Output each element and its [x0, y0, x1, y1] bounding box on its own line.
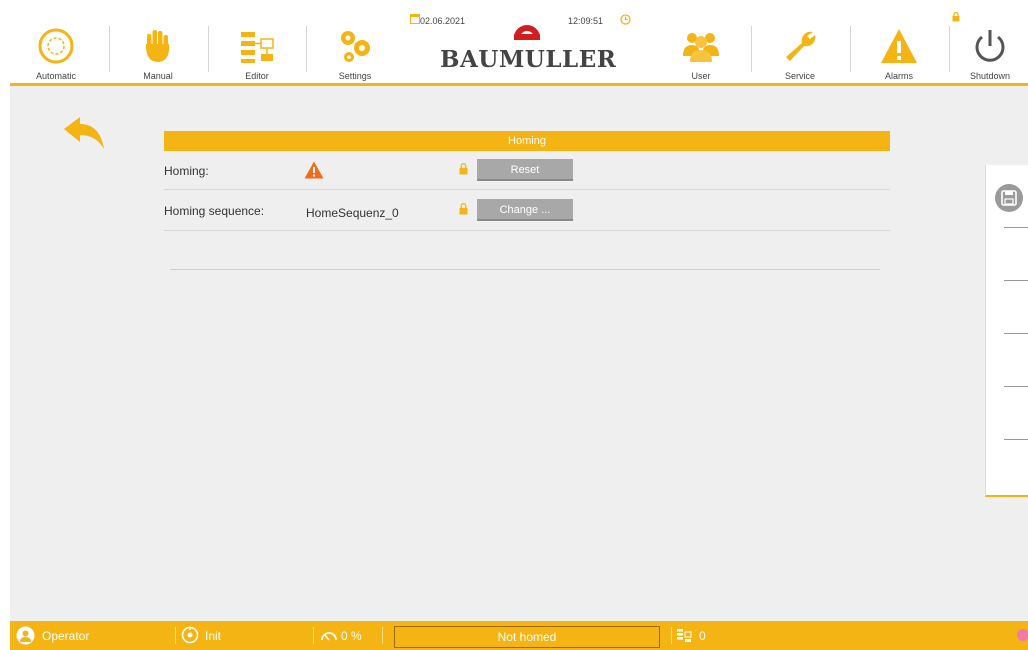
baumuller-logo-icon	[514, 25, 540, 40]
manual-button[interactable]: Manual	[112, 10, 204, 83]
back-arrow-icon[interactable]	[62, 115, 106, 151]
clock-icon	[620, 14, 631, 25]
toolbar-divider	[751, 26, 752, 72]
automatic-icon	[38, 28, 74, 64]
users-icon	[683, 33, 719, 62]
status-divider	[313, 627, 314, 644]
status-divider	[175, 627, 176, 644]
time-display: 12:09:51	[568, 16, 604, 26]
settings-label: Settings	[338, 71, 372, 81]
row-divider	[170, 269, 880, 270]
change-lock-icon	[459, 203, 468, 215]
service-button[interactable]: Service	[754, 10, 846, 83]
program-count: 0	[699, 629, 706, 643]
homing-warning-icon	[304, 161, 324, 179]
shutdown-button[interactable]: Shutdown	[952, 10, 1028, 83]
save-icon[interactable]	[994, 183, 1024, 213]
user-button[interactable]: User	[655, 10, 747, 83]
editor-icon	[241, 32, 274, 63]
toolbar-divider	[850, 26, 851, 72]
machine-state: Init	[205, 629, 222, 643]
app-frame: Automatic Manual Editor Settings 02.06.2…	[10, 10, 1028, 650]
settings-button[interactable]: Settings	[309, 10, 401, 83]
status-divider	[671, 627, 672, 644]
change-button[interactable]: Change ...	[477, 199, 573, 221]
homing-sequence-value: HomeSequenz_0	[306, 206, 399, 220]
init-state-icon	[181, 626, 199, 644]
row-divider	[164, 189, 890, 190]
power-icon	[975, 30, 1005, 62]
brand-block: 02.06.2021 BAUMULLER 12:09:51	[410, 10, 660, 83]
side-divider	[1004, 333, 1028, 334]
manual-label: Manual	[143, 71, 173, 81]
status-bar: Operator Init 0 % Not homed 0	[10, 621, 1028, 650]
side-divider	[1004, 439, 1028, 440]
side-divider	[1004, 386, 1028, 387]
operator-name[interactable]: Operator	[42, 629, 89, 643]
hand-icon	[146, 30, 169, 62]
wrench-icon	[786, 31, 816, 61]
homing-sequence-label: Homing sequence:	[164, 204, 265, 218]
calendar-icon	[410, 14, 420, 24]
brand-name: BAUMULLER	[440, 46, 617, 73]
automatic-label: Automatic	[35, 71, 77, 81]
operator-icon	[16, 626, 35, 645]
editor-label: Editor	[245, 71, 269, 81]
editor-button[interactable]: Editor	[211, 10, 303, 83]
toolbar-divider	[208, 26, 209, 72]
side-panel	[985, 165, 1028, 497]
row-divider	[164, 230, 890, 231]
toolbar-divider	[306, 26, 307, 72]
gears-icon	[341, 31, 370, 62]
date-display: 02.06.2021	[420, 16, 466, 26]
shutdown-label: Shutdown	[969, 71, 1011, 81]
panel-title: Homing	[164, 131, 890, 151]
reset-lock-icon	[459, 163, 468, 175]
program-icon	[677, 629, 692, 642]
status-divider	[382, 627, 383, 644]
service-label: Service	[784, 71, 815, 81]
speed-override: 0 %	[341, 629, 362, 643]
alarm-indicator[interactable]	[1017, 629, 1028, 641]
warning-icon	[881, 29, 917, 63]
automatic-button[interactable]: Automatic	[10, 10, 102, 83]
homing-status-message: Not homed	[394, 626, 660, 648]
toolbar-divider	[949, 26, 950, 72]
reset-button[interactable]: Reset	[477, 159, 573, 181]
top-toolbar: Automatic Manual Editor Settings 02.06.2…	[10, 10, 1028, 86]
side-divider	[1004, 227, 1028, 228]
alarms-button[interactable]: Alarms	[853, 10, 945, 83]
speed-gauge-icon	[321, 632, 337, 641]
side-divider	[1004, 280, 1028, 281]
homing-label: Homing:	[164, 164, 209, 178]
user-label: User	[691, 71, 711, 81]
toolbar-divider	[109, 26, 110, 72]
alarms-label: Alarms	[884, 71, 913, 81]
